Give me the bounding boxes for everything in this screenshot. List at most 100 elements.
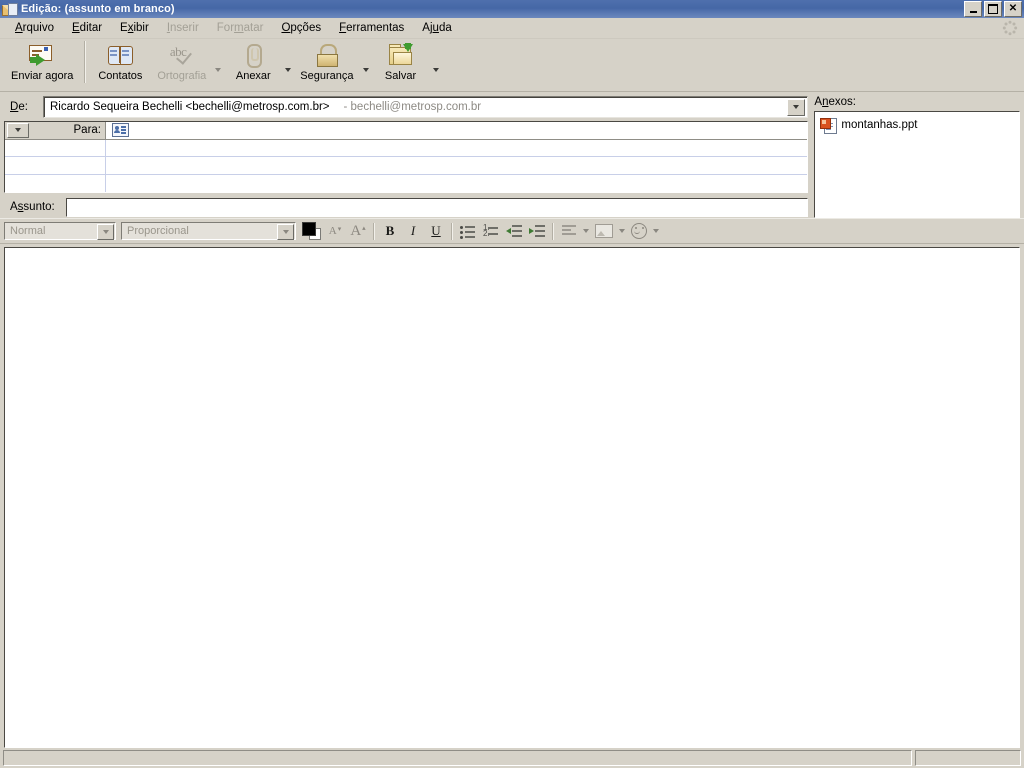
menu-ferramentas[interactable]: Ferramentas (330, 20, 413, 36)
font-family-dropdown-icon (277, 224, 294, 240)
decrease-font-size-button[interactable]: A ▾ (324, 221, 346, 241)
menu-formatar: Formatar (216, 22, 264, 34)
attachment-name: montanhas.ppt (841, 119, 918, 131)
toolbar-separator (84, 41, 87, 83)
lock-icon (310, 42, 344, 68)
toolbar-dropdown-salvar[interactable] (431, 67, 441, 72)
mail-compose-window: Edição: (assunto em branco) ✕ Arquivo Ed… (0, 0, 1024, 768)
from-account: - bechelli@metrosp.com.br (343, 101, 482, 113)
minimize-button[interactable] (964, 1, 982, 17)
recipient-type-cell-empty[interactable] (5, 157, 106, 174)
status-main-panel (3, 749, 912, 766)
menu-opcoes[interactable]: Opções (272, 20, 330, 36)
insert-smiley-dropdown-icon (651, 229, 661, 233)
from-row: De: Ricardo Sequeira Bechelli <bechelli@… (4, 96, 809, 118)
menu-bar: Arquivo Editar Exibir Inserir Formatar O… (0, 18, 1024, 39)
toolbar-label-enviar-agora: Enviar agora (11, 70, 74, 82)
smiley-icon (631, 223, 647, 239)
recipient-type-cell[interactable]: Para: (5, 122, 106, 139)
status-right-panel (915, 749, 1021, 766)
font-family-value: Proporcional (127, 225, 189, 237)
paragraph-style-combobox: Normal (4, 222, 116, 240)
attachments-panel: Anexos: montanhas.ppt (814, 96, 1020, 218)
save-folder-icon (384, 42, 418, 68)
menu-arquivo-rest: rquivo (22, 22, 54, 34)
recipient-input[interactable] (106, 139, 808, 156)
toolbar-label-anexar: Anexar (235, 70, 271, 82)
window-controls: ✕ (964, 1, 1022, 17)
maximize-restore-button[interactable] (984, 1, 1002, 17)
recipient-row[interactable] (5, 157, 808, 175)
subject-input[interactable] (66, 197, 809, 217)
bold-button[interactable]: B (379, 221, 401, 241)
from-combobox[interactable]: Ricardo Sequeira Bechelli <bechelli@metr… (43, 96, 809, 118)
menu-ajuda-rest: da (438, 22, 452, 34)
from-label: De: (10, 101, 28, 113)
menu-arquivo[interactable]: Arquivo (6, 20, 63, 36)
title-bar: Edição: (assunto em branco) ✕ (0, 0, 1024, 18)
recipient-value-cell[interactable] (106, 122, 808, 139)
toolbar-dropdown-anexar[interactable] (283, 67, 293, 72)
menu-ajuda[interactable]: Ajuda (413, 20, 460, 36)
recipient-row[interactable] (5, 139, 808, 157)
recipient-row[interactable] (5, 174, 808, 192)
toolbar-button-seguranca[interactable]: Segurança (293, 39, 360, 82)
toolbar-button-ortografia: abc Ortografia (150, 39, 213, 82)
format-separator (451, 222, 453, 240)
recipients-grid: Para: (4, 121, 809, 193)
close-button[interactable]: ✕ (1004, 1, 1022, 17)
insert-image-button (592, 221, 616, 241)
status-bar (0, 748, 1024, 768)
underline-button[interactable]: U (425, 221, 447, 241)
recipient-input[interactable] (106, 157, 808, 174)
subject-label: Assunto: (10, 201, 55, 213)
decrease-indent-button[interactable] (503, 221, 525, 241)
menu-ferramentas-rest: erramentas (346, 22, 405, 34)
increase-font-size-button[interactable]: A ▴ (347, 221, 369, 241)
menu-opcoes-rest: pções (290, 22, 322, 34)
header-fields: De: Ricardo Sequeira Bechelli <bechelli@… (4, 96, 809, 218)
window-title: Edição: (assunto em branco) (21, 3, 175, 15)
toolbar-label-seguranca: Segurança (300, 70, 354, 82)
from-value: Ricardo Sequeira Bechelli <bechelli@metr… (50, 101, 330, 113)
font-color-swatch[interactable] (302, 222, 321, 240)
increase-indent-button[interactable] (526, 221, 548, 241)
subject-row: Assunto: (4, 196, 809, 218)
menu-inserir-rest: nserir (170, 22, 199, 34)
message-body-editor[interactable] (5, 248, 1019, 747)
insert-image-dropdown-icon (617, 229, 627, 233)
menu-exibir[interactable]: Exibir (111, 20, 158, 36)
toolbar-button-contatos[interactable]: Contatos (90, 39, 150, 82)
insert-image-icon (595, 224, 613, 238)
recipient-type-dropdown-icon[interactable] (7, 122, 29, 138)
attachments-list[interactable]: montanhas.ppt (814, 111, 1020, 218)
format-separator (552, 222, 554, 240)
toolbar-dropdown-ortografia (213, 67, 223, 72)
attachment-item[interactable]: montanhas.ppt (818, 116, 1016, 134)
spellcheck-icon: abc (165, 42, 199, 68)
toolbar-group-seguranca: Segurança (293, 39, 370, 82)
address-book-icon (103, 42, 137, 68)
font-family-combobox: Proporcional (121, 222, 296, 240)
format-separator (373, 222, 375, 240)
menu-formatar-rest: atar (243, 22, 264, 34)
from-dropdown-arrow-icon[interactable] (787, 98, 806, 116)
recipient-input[interactable] (106, 174, 808, 192)
mail-compose-icon (2, 2, 18, 16)
recipient-type-cell-empty[interactable] (5, 174, 106, 192)
paperclip-icon (236, 42, 270, 68)
italic-button[interactable]: I (402, 221, 424, 241)
toolbar-group-anexar: Anexar (223, 39, 293, 82)
numbered-list-button[interactable]: 1. 2. (480, 221, 502, 241)
insert-smiley-button (628, 221, 650, 241)
menu-editar[interactable]: Editar (63, 20, 111, 36)
recipient-type-cell-empty[interactable] (5, 139, 106, 156)
toolbar-button-anexar[interactable]: Anexar (223, 39, 283, 82)
powerpoint-file-icon (820, 117, 838, 134)
toolbar-button-salvar[interactable]: Salvar (371, 39, 431, 82)
contact-card-icon[interactable] (112, 123, 129, 138)
align-dropdown-icon (581, 229, 591, 233)
toolbar-button-enviar-agora[interactable]: Enviar agora (4, 39, 80, 82)
bullet-list-button[interactable] (457, 221, 479, 241)
toolbar-dropdown-seguranca[interactable] (361, 67, 371, 72)
